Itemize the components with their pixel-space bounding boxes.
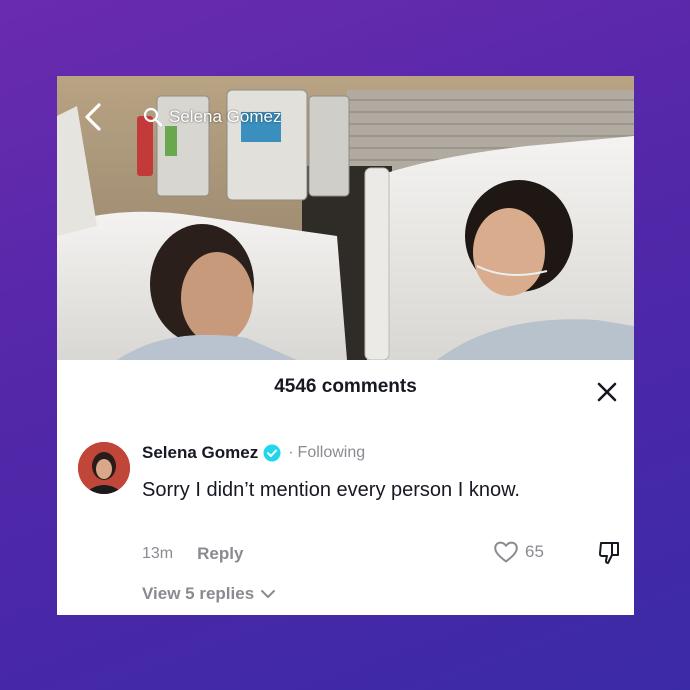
reply-button[interactable]: Reply <box>197 544 243 564</box>
search-query: Selena Gomez <box>169 107 282 126</box>
view-replies-label: View 5 replies <box>142 584 255 603</box>
comment-timestamp: 13m <box>142 545 174 562</box>
separator-dot: · <box>288 444 294 461</box>
heart-icon <box>494 541 518 563</box>
comment-meta: 13m Reply <box>142 544 243 564</box>
thumbs-down-icon[interactable] <box>597 540 623 566</box>
comments-count: 4546 comments <box>274 376 417 397</box>
search-bar[interactable]: Selena Gomez <box>143 104 281 130</box>
comments-sheet: 4546 comments Selena Gomez · Following S… <box>57 360 634 615</box>
post-photo: Selena Gomez <box>57 76 634 360</box>
chevron-left-icon[interactable] <box>81 102 105 132</box>
close-icon[interactable] <box>595 380 619 404</box>
verified-badge-icon <box>263 444 281 462</box>
username[interactable]: Selena Gomez <box>142 443 258 463</box>
chevron-down-icon <box>261 590 276 598</box>
like-count: 65 <box>525 542 544 561</box>
avatar-image <box>78 442 130 494</box>
view-replies-button[interactable]: View 5 replies <box>142 584 276 604</box>
search-icon <box>143 107 163 127</box>
follow-status: Following <box>297 444 366 461</box>
avatar[interactable] <box>78 442 130 494</box>
tiktok-post-card: Selena Gomez 4546 comments Selena Gomez … <box>57 76 634 615</box>
comment-header: Selena Gomez · Following <box>142 443 365 463</box>
like-button[interactable]: 65 <box>493 540 544 564</box>
comment-text: Sorry I didn’t mention every person I kn… <box>142 479 520 501</box>
